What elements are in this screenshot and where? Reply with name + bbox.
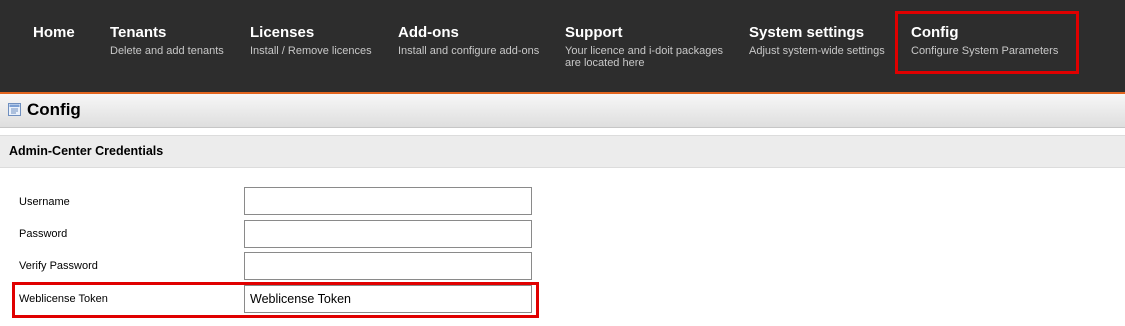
- nav-item-support-desc: Your licence and i-doit packages are loc…: [565, 45, 723, 69]
- nav-item-tenants-title: Tenants: [110, 24, 167, 41]
- password-label: Password: [19, 228, 68, 240]
- nav-item-home[interactable]: Home: [33, 24, 75, 41]
- nav-item-addons[interactable]: Add-ons Install and configure add-ons: [398, 24, 539, 57]
- password-input[interactable]: [244, 220, 532, 248]
- username-label: Username: [19, 196, 70, 208]
- nav-item-licenses-title: Licenses: [250, 24, 315, 41]
- nav-item-support-desc-line1: Your licence and i-doit packages: [565, 45, 723, 57]
- username-input[interactable]: [244, 187, 532, 215]
- nav-item-tenants-desc: Delete and add tenants: [110, 45, 224, 57]
- nav-item-support[interactable]: Support Your licence and i-doit packages…: [565, 24, 723, 69]
- page-title: Config: [27, 100, 81, 119]
- nav-item-system-settings-title: System settings: [749, 24, 865, 41]
- nav-item-licenses-desc: Install / Remove licences: [250, 45, 372, 57]
- nav-item-system-settings[interactable]: System settings Adjust system-wide setti…: [749, 24, 885, 57]
- nav-item-support-desc-line2: are located here: [565, 57, 645, 69]
- nav-item-home-title: Home: [33, 24, 75, 41]
- section-title: Admin-Center Credentials: [9, 144, 164, 158]
- section-header: Admin-Center Credentials: [0, 135, 1125, 168]
- top-navigation: Home Tenants Delete and add tenants Lice…: [0, 0, 1125, 94]
- nav-item-addons-title: Add-ons: [398, 24, 459, 41]
- nav-item-licenses[interactable]: Licenses Install / Remove licences: [250, 24, 372, 57]
- page-title-bar: Config: [0, 94, 1125, 128]
- nav-item-system-settings-desc: Adjust system-wide settings: [749, 45, 885, 57]
- nav-item-support-title: Support: [565, 24, 623, 41]
- verify-password-label: Verify Password: [19, 260, 98, 272]
- nav-config-highlight-box: [895, 11, 1079, 74]
- verify-password-input[interactable]: [244, 252, 532, 280]
- config-document-icon: [8, 103, 21, 116]
- nav-item-addons-desc: Install and configure add-ons: [398, 45, 540, 57]
- nav-item-tenants[interactable]: Tenants Delete and add tenants: [110, 24, 224, 57]
- weblicense-token-highlight-box: [12, 282, 539, 318]
